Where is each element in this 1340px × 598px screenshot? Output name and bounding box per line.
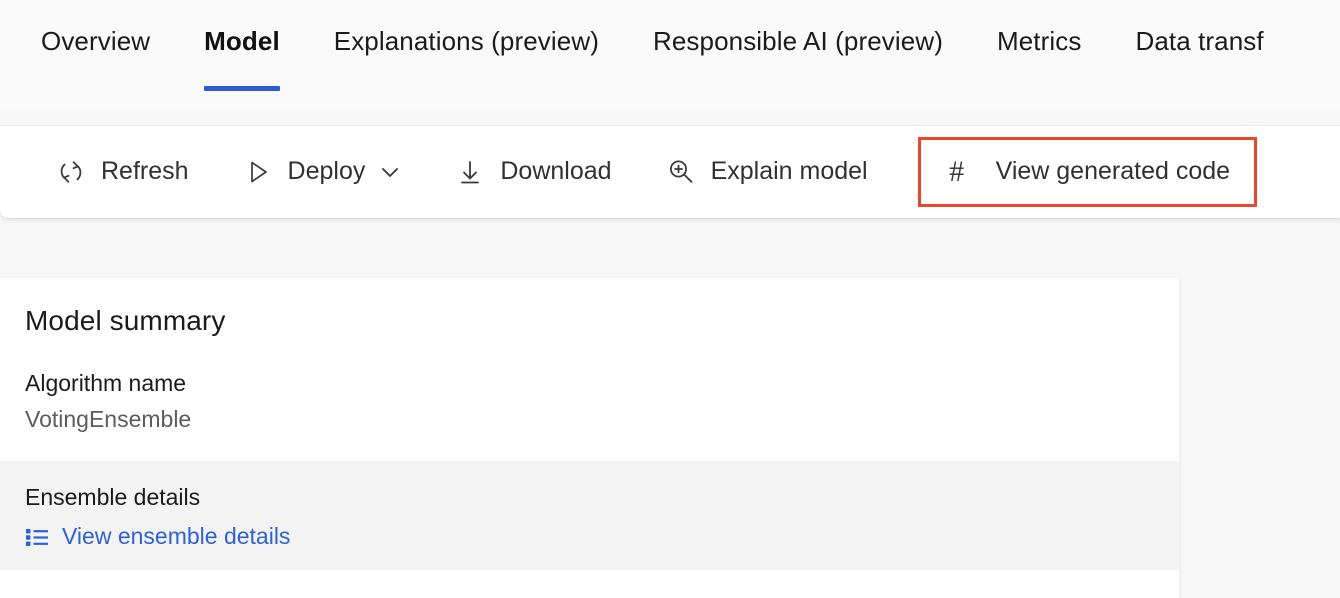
download-button[interactable]: Download (437, 143, 627, 201)
ensemble-details-section: Ensemble details View ensemble details (0, 461, 1179, 570)
bulleted-list-icon (25, 525, 53, 549)
algorithm-name-label: Algorithm name (25, 370, 187, 396)
tab-metrics[interactable]: Metrics (970, 0, 1108, 110)
tab-label: Data transf (1135, 25, 1264, 56)
algorithm-name-value: VotingEnsemble (25, 406, 192, 433)
tab-label: Responsible AI (preview) (652, 25, 943, 56)
tab-label: Explanations (preview) (333, 25, 599, 56)
view-ensemble-details-link[interactable]: View ensemble details (25, 521, 290, 551)
hash-icon: # (940, 155, 974, 189)
refresh-icon (54, 155, 88, 189)
play-triangle-icon (241, 155, 275, 189)
tab-explanations[interactable]: Explanations (preview) (307, 0, 626, 110)
active-tab-underline (204, 86, 280, 91)
view-generated-code-button[interactable]: # View generated code (917, 137, 1258, 207)
explain-model-button[interactable]: Explain model (648, 143, 884, 201)
tab-responsible-ai[interactable]: Responsible AI (preview) (626, 0, 970, 110)
tab-bar: Overview Model Explanations (preview) Re… (0, 0, 1340, 110)
deploy-button[interactable]: Deploy (225, 143, 418, 201)
page-title: Model summary (25, 305, 226, 336)
view-ensemble-details-label: View ensemble details (62, 523, 291, 550)
refresh-label: Refresh (101, 156, 189, 185)
command-bar: Refresh Deploy Download Explain model # … (0, 126, 1340, 218)
download-label: Download (500, 156, 612, 185)
view-generated-code-label: View generated code (995, 156, 1231, 185)
magnifier-plus-icon (664, 155, 698, 189)
tab-label: Model (204, 25, 280, 56)
tab-label: Metrics (996, 25, 1082, 56)
algorithm-name-field: Algorithm name VotingEnsemble (0, 337, 1179, 435)
download-arrow-icon (453, 155, 487, 189)
model-details-page: Overview Model Explanations (preview) Re… (0, 0, 1340, 598)
chevron-down-icon[interactable] (379, 161, 401, 183)
refresh-button[interactable]: Refresh (38, 143, 205, 201)
tab-model[interactable]: Model (177, 0, 307, 110)
tab-overview[interactable]: Overview (14, 0, 177, 110)
ensemble-details-label: Ensemble details (25, 484, 201, 510)
tab-data-transformation[interactable]: Data transf (1108, 0, 1290, 110)
hash-glyph: # (949, 155, 965, 188)
explain-model-label: Explain model (710, 156, 868, 185)
tab-label: Overview (41, 25, 151, 56)
deploy-label: Deploy (287, 156, 366, 185)
model-summary-card: Model summary Algorithm name VotingEnsem… (0, 278, 1179, 598)
